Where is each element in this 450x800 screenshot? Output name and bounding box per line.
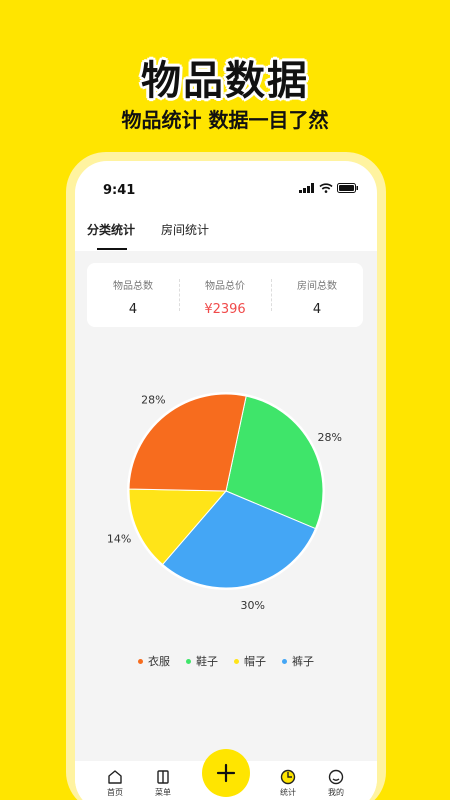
legend-item[interactable]: 鞋子 <box>186 653 218 669</box>
summary-total-items: 物品总数 4 <box>87 263 179 327</box>
pie-label: 30% <box>240 599 264 611</box>
promo-title: 物品数据 <box>141 58 309 104</box>
add-item-button[interactable] <box>202 749 250 797</box>
summary-value: 4 <box>128 302 138 317</box>
legend-dot <box>186 658 191 664</box>
stats-tabs: 分类统计 房间统计 <box>87 221 209 250</box>
nav-label: 我的 <box>328 788 344 797</box>
pie-slice-衣服[interactable] <box>128 393 247 492</box>
pie-label: 28% <box>141 393 165 406</box>
tab-category-stats[interactable]: 分类统计 <box>87 221 135 250</box>
home-icon <box>108 770 122 784</box>
plus-icon <box>216 763 236 783</box>
nav-profile[interactable]: 我的 <box>316 769 356 798</box>
summary-total-price: 物品总价 ¥2396 <box>179 263 271 327</box>
summary-total-rooms: 房间总数 4 <box>271 263 363 327</box>
app-screen: 9:41 分类统计 房间统计 物品总数 4 物品总价 ¥2396 房间总数 4 … <box>75 161 377 800</box>
nav-stats[interactable]: 统计 <box>268 769 308 798</box>
legend-item[interactable]: 衣服 <box>138 653 170 669</box>
nav-home[interactable]: 首页 <box>95 769 135 798</box>
legend-dot <box>282 658 287 664</box>
nav-label: 菜单 <box>155 788 171 797</box>
pie-chart: 28% 30% 14% 28% <box>107 392 342 611</box>
status-time: 9:41 <box>103 183 136 198</box>
nav-menu[interactable]: 菜单 <box>143 769 183 798</box>
battery-icon <box>337 183 358 193</box>
nav-label: 首页 <box>107 788 123 797</box>
status-bar: 9:41 <box>75 161 377 205</box>
bottom-nav: 首页 菜单 统计 我的 <box>75 749 377 800</box>
nav-label: 统计 <box>280 788 296 797</box>
pie-label: 28% <box>317 431 341 444</box>
phone-frame: 9:41 分类统计 房间统计 物品总数 4 物品总价 ¥2396 房间总数 4 … <box>66 152 386 800</box>
wifi-icon <box>319 183 333 193</box>
summary-label: 物品总价 <box>205 281 245 292</box>
tab-room-stats[interactable]: 房间统计 <box>161 221 209 246</box>
legend-item[interactable]: 裤子 <box>282 653 314 669</box>
chart-legend: 衣服 鞋子 帽子 裤子 <box>75 653 377 669</box>
stats-icon <box>280 769 296 785</box>
status-icons <box>299 183 359 193</box>
promo-subtitle: 物品统计 数据一目了然 <box>121 108 329 132</box>
stats-content: 物品总数 4 物品总价 ¥2396 房间总数 4 28% 30% 14% 28% 衣服… <box>75 251 377 761</box>
summary-card: 物品总数 4 物品总价 ¥2396 房间总数 4 <box>87 263 363 327</box>
legend-label: 帽子 <box>244 655 266 668</box>
summary-label: 物品总数 <box>113 281 153 292</box>
summary-value: 4 <box>312 302 322 317</box>
legend-label: 鞋子 <box>196 655 218 668</box>
menu-icon <box>157 770 169 784</box>
signal-icon <box>299 183 314 193</box>
summary-value: ¥2396 <box>204 302 246 317</box>
legend-dot <box>138 658 143 664</box>
summary-label: 房间总数 <box>297 281 337 292</box>
legend-dot <box>234 658 239 664</box>
pie-label: 14% <box>107 533 131 546</box>
profile-icon <box>328 769 344 785</box>
legend-label: 裤子 <box>292 655 314 668</box>
legend-item[interactable]: 帽子 <box>234 653 266 669</box>
legend-label: 衣服 <box>148 655 170 668</box>
